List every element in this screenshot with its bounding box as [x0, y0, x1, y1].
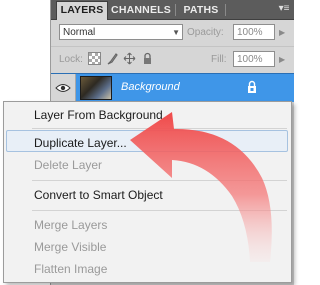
menu-item-convert-smart-object[interactable]: Convert to Smart Object [34, 188, 163, 202]
blend-mode-select[interactable]: Normal ▼ [59, 24, 183, 40]
lock-label: Lock: [59, 54, 83, 65]
tab-paths[interactable]: PATHS [179, 2, 223, 19]
layer-name[interactable]: Background [121, 81, 180, 93]
menu-item-merge-layers[interactable]: Merge Layers [34, 218, 107, 232]
layer-row-background[interactable]: Background [51, 73, 294, 102]
menu-separator [32, 210, 287, 211]
blend-mode-value: Normal [63, 27, 96, 38]
move-lock-icon[interactable] [123, 52, 136, 65]
padlock-icon [248, 80, 256, 93]
tab-divider [225, 4, 226, 16]
fill-value: 100% [237, 54, 263, 65]
menu-separator [32, 180, 287, 181]
menu-item-layer-from-background[interactable]: Layer From Background... [34, 108, 173, 122]
layer-context-menu: Layer From Background... Duplicate Layer… [3, 101, 292, 283]
menu-item-merge-visible[interactable]: Merge Visible [34, 240, 106, 254]
opacity-field[interactable]: 100% [233, 24, 275, 40]
tab-divider [175, 4, 176, 16]
fill-field[interactable]: 100% [233, 51, 275, 67]
lock-row: Lock: Fill: 100% ▶ [51, 46, 294, 73]
eye-icon [55, 84, 71, 92]
opacity-value: 100% [237, 27, 263, 38]
opacity-arrow-icon[interactable]: ▶ [279, 28, 285, 37]
menu-item-flatten-image[interactable]: Flatten Image [34, 262, 107, 276]
panel-tabbar: LAYERS CHANNELS PATHS ▾≡ [51, 0, 294, 20]
visibility-toggle[interactable] [51, 74, 76, 102]
menu-item-delete-layer[interactable]: Delete Layer [34, 158, 102, 172]
padlock-icon[interactable] [141, 52, 154, 65]
menu-item-duplicate-layer[interactable]: Duplicate Layer... [34, 136, 127, 150]
menu-separator [32, 128, 287, 129]
fill-arrow-icon[interactable]: ▶ [279, 55, 285, 64]
layer-thumbnail[interactable] [80, 76, 112, 100]
tab-channels[interactable]: CHANNELS [109, 2, 173, 19]
fill-label: Fill: [211, 54, 227, 65]
opacity-label: Opacity: [187, 27, 224, 38]
blend-row: Normal ▼ Opacity: 100% ▶ [51, 20, 294, 46]
panel-menu-icon[interactable]: ▾≡ [278, 3, 290, 15]
brush-lock-icon[interactable] [106, 52, 119, 65]
checkerboard-lock-icon[interactable] [88, 52, 101, 65]
chevron-down-icon: ▼ [172, 28, 180, 37]
tab-layers[interactable]: LAYERS [56, 1, 108, 20]
